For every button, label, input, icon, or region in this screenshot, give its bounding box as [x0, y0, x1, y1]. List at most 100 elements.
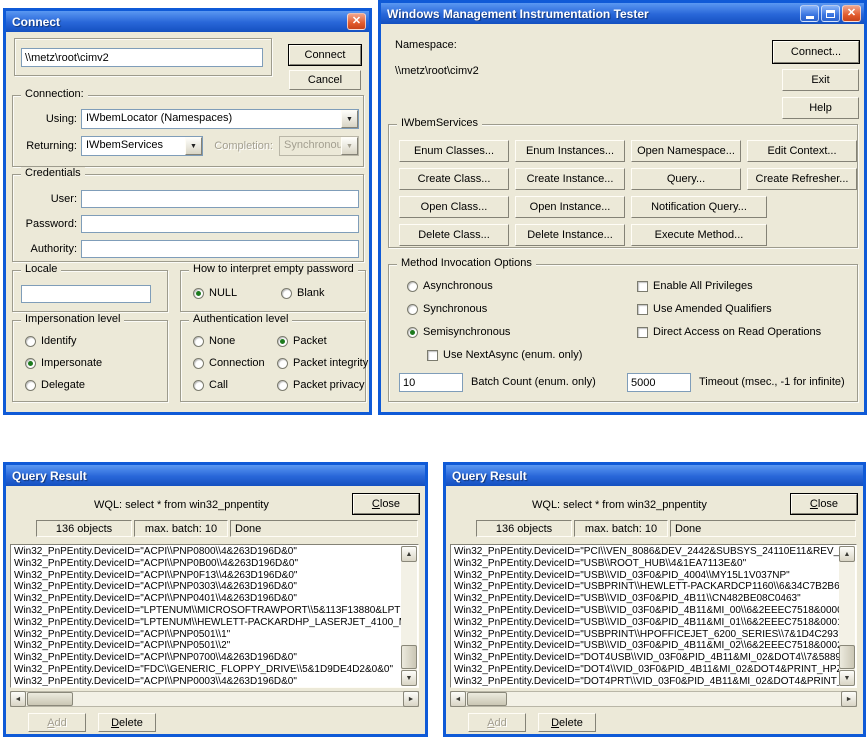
list-item[interactable]: Win32_PnPEntity.DeviceID="PCI\\VEN_8086&… — [452, 546, 839, 558]
authority-input[interactable] — [81, 240, 359, 258]
scroll-down-button[interactable]: ▼ — [401, 670, 417, 686]
radio-identify[interactable]: Identify — [25, 335, 76, 347]
list-item[interactable]: Win32_PnPEntity.DeviceID="USB\\ROOT_HUB\… — [452, 558, 839, 570]
list-item[interactable]: Win32_PnPEntity.DeviceID="LPTENUM\\HEWLE… — [12, 617, 401, 629]
maximize-button[interactable] — [821, 5, 840, 22]
help-button[interactable]: Help — [782, 97, 859, 119]
enum-instances-button[interactable]: Enum Instances... — [515, 140, 625, 162]
checkbox-enable-all-privileges[interactable]: Enable All Privileges — [637, 280, 753, 292]
list-item[interactable]: Win32_PnPEntity.DeviceID="ACPI\\PNP0003\… — [12, 676, 401, 686]
radio-null[interactable]: NULL — [193, 287, 237, 299]
password-input[interactable] — [81, 215, 359, 233]
execute-method-button[interactable]: Execute Method... — [631, 224, 767, 246]
list-item[interactable]: Win32_PnPEntity.DeviceID="USB\\VID_03F0&… — [452, 640, 839, 652]
list-item[interactable]: Win32_PnPEntity.DeviceID="USBPRINT\\HEWL… — [452, 581, 839, 593]
list-item[interactable]: Win32_PnPEntity.DeviceID="LPTENUM\\MICRO… — [12, 605, 401, 617]
list-item[interactable]: Win32_PnPEntity.DeviceID="ACPI\\PNP0F13\… — [12, 570, 401, 582]
scroll-left-button[interactable]: ◄ — [450, 691, 466, 707]
open-instance-button[interactable]: Open Instance... — [515, 196, 625, 218]
open-class-button[interactable]: Open Class... — [399, 196, 509, 218]
delete-instance-button[interactable]: Delete Instance... — [515, 224, 625, 246]
timeout-input[interactable] — [627, 373, 691, 392]
list-item[interactable]: Win32_PnPEntity.DeviceID="USB\\VID_03F0&… — [452, 593, 839, 605]
scroll-up-button[interactable]: ▲ — [401, 546, 417, 562]
open-namespace-button[interactable]: Open Namespace... — [631, 140, 741, 162]
delete-button[interactable]: Delete — [538, 713, 596, 732]
add-button[interactable]: Add — [468, 713, 526, 732]
scroll-thumb[interactable] — [27, 692, 73, 706]
exit-button[interactable]: Exit — [782, 69, 859, 91]
close-button[interactable]: Close — [353, 494, 419, 514]
list-item[interactable]: Win32_PnPEntity.DeviceID="DOT4PRT\\VID_0… — [452, 676, 839, 686]
list-item[interactable]: Win32_PnPEntity.DeviceID="ACPI\\PNP0501\… — [12, 629, 401, 641]
minimize-button[interactable] — [800, 5, 819, 22]
radio-impersonate[interactable]: Impersonate — [25, 357, 102, 369]
vertical-scrollbar[interactable]: ▲ ▼ — [401, 546, 417, 686]
connect-button[interactable]: Connect... — [773, 41, 859, 63]
list-item[interactable]: Win32_PnPEntity.DeviceID="ACPI\\PNP0B00\… — [12, 558, 401, 570]
query-result-titlebar[interactable]: Query Result — [6, 465, 425, 486]
query-result-titlebar[interactable]: Query Result — [446, 465, 863, 486]
wmi-tester-titlebar[interactable]: Windows Management Instrumentation Teste… — [381, 3, 864, 24]
delete-button[interactable]: Delete — [98, 713, 156, 732]
radio-blank[interactable]: Blank — [281, 287, 325, 299]
checkbox-direct-access[interactable]: Direct Access on Read Operations — [637, 326, 821, 338]
list-item[interactable]: Win32_PnPEntity.DeviceID="FDC\\GENERIC_F… — [12, 664, 401, 676]
chevron-down-icon[interactable]: ▼ — [341, 110, 358, 128]
radio-packet-privacy[interactable]: Packet privacy — [277, 379, 365, 391]
close-button[interactable]: ✕ — [842, 5, 861, 22]
create-instance-button[interactable]: Create Instance... — [515, 168, 625, 190]
query-button[interactable]: Query... — [631, 168, 741, 190]
radio-semisynchronous[interactable]: Semisynchronous — [407, 326, 510, 338]
horizontal-scrollbar[interactable]: ◄ ► — [10, 691, 419, 707]
chevron-down-icon[interactable]: ▼ — [185, 137, 202, 155]
radio-packet[interactable]: Packet — [277, 335, 327, 347]
returning-combobox[interactable]: IWbemServices ▼ — [81, 136, 203, 156]
radio-packet-integrity[interactable]: Packet integrity — [277, 357, 368, 369]
radio-call[interactable]: Call — [193, 379, 228, 391]
create-class-button[interactable]: Create Class... — [399, 168, 509, 190]
checkbox-use-nextasync[interactable]: Use NextAsync (enum. only) — [427, 349, 582, 361]
add-button[interactable]: Add — [28, 713, 86, 732]
radio-synchronous[interactable]: Synchronous — [407, 303, 487, 315]
list-item[interactable]: Win32_PnPEntity.DeviceID="ACPI\\PNP0700\… — [12, 652, 401, 664]
namespace-input[interactable] — [21, 48, 263, 67]
using-combobox[interactable]: IWbemLocator (Namespaces) ▼ — [81, 109, 359, 129]
user-input[interactable] — [81, 190, 359, 208]
delete-class-button[interactable]: Delete Class... — [399, 224, 509, 246]
close-button[interactable]: ✕ — [347, 13, 366, 30]
connect-button[interactable]: Connect — [289, 45, 361, 65]
scroll-left-button[interactable]: ◄ — [10, 691, 26, 707]
batch-count-input[interactable] — [399, 373, 463, 392]
list-item[interactable]: Win32_PnPEntity.DeviceID="DOT4\\VID_03F0… — [452, 664, 839, 676]
list-item[interactable]: Win32_PnPEntity.DeviceID="USB\\VID_03F0&… — [452, 570, 839, 582]
scroll-right-button[interactable]: ► — [841, 691, 857, 707]
radio-connection[interactable]: Connection — [193, 357, 265, 369]
list-item[interactable]: Win32_PnPEntity.DeviceID="ACPI\\PNP0800\… — [12, 546, 401, 558]
create-refresher-button[interactable]: Create Refresher... — [747, 168, 857, 190]
cancel-button[interactable]: Cancel — [289, 70, 361, 90]
scroll-up-button[interactable]: ▲ — [839, 546, 855, 562]
radio-asynchronous[interactable]: Asynchronous — [407, 280, 493, 292]
result-list[interactable]: Win32_PnPEntity.DeviceID="ACPI\\PNP0800\… — [10, 544, 419, 688]
result-list[interactable]: Win32_PnPEntity.DeviceID="PCI\\VEN_8086&… — [450, 544, 857, 688]
notification-query-button[interactable]: Notification Query... — [631, 196, 767, 218]
horizontal-scrollbar[interactable]: ◄ ► — [450, 691, 857, 707]
list-item[interactable]: Win32_PnPEntity.DeviceID="ACPI\\PNP0501\… — [12, 640, 401, 652]
checkbox-use-amended-qualifiers[interactable]: Use Amended Qualifiers — [637, 303, 772, 315]
list-item[interactable]: Win32_PnPEntity.DeviceID="DOT4USB\\VID_0… — [452, 652, 839, 664]
scroll-thumb[interactable] — [467, 692, 507, 706]
list-item[interactable]: Win32_PnPEntity.DeviceID="ACPI\\PNP0401\… — [12, 593, 401, 605]
scroll-down-button[interactable]: ▼ — [839, 670, 855, 686]
list-item[interactable]: Win32_PnPEntity.DeviceID="USB\\VID_03F0&… — [452, 605, 839, 617]
list-item[interactable]: Win32_PnPEntity.DeviceID="USBPRINT\\HPOF… — [452, 629, 839, 641]
scroll-right-button[interactable]: ► — [403, 691, 419, 707]
locale-input[interactable] — [21, 285, 151, 303]
enum-classes-button[interactable]: Enum Classes... — [399, 140, 509, 162]
list-item[interactable]: Win32_PnPEntity.DeviceID="USB\\VID_03F0&… — [452, 617, 839, 629]
radio-delegate[interactable]: Delegate — [25, 379, 85, 391]
close-button[interactable]: Close — [791, 494, 857, 514]
radio-none[interactable]: None — [193, 335, 235, 347]
connect-dialog-titlebar[interactable]: Connect ✕ — [6, 11, 369, 32]
scroll-thumb[interactable] — [401, 645, 417, 669]
